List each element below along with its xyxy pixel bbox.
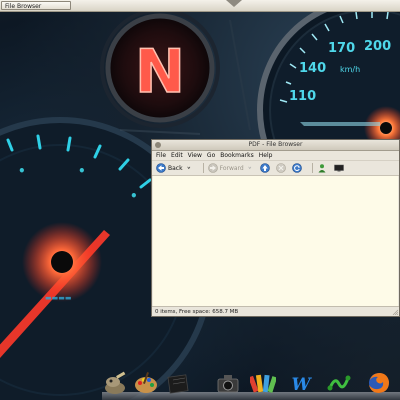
dock: W: [90, 368, 400, 400]
toolbar: Back Forward: [152, 161, 399, 176]
back-arrow-icon: [156, 163, 166, 173]
gear-indicator: N: [135, 37, 185, 107]
menu-bookmarks[interactable]: Bookmarks: [220, 151, 254, 160]
top-panel: File Browser: [0, 0, 400, 12]
reload-icon: [291, 163, 302, 173]
menu-go[interactable]: Go: [207, 151, 215, 160]
menu-edit[interactable]: Edit: [171, 151, 183, 160]
speedometer-number: 200: [364, 39, 391, 54]
svg-text:▬▬▬▬: ▬▬▬▬: [45, 294, 71, 302]
toolbar-separator: [202, 163, 204, 173]
window-title: PDF - File Browser: [248, 141, 303, 148]
back-button-label: Back: [168, 164, 183, 172]
user-home-icon: [318, 164, 326, 173]
forward-arrow-icon: [207, 163, 218, 173]
speed-unit: km/h: [340, 65, 360, 74]
gimp-icon[interactable]: [102, 370, 128, 396]
resize-grip-icon[interactable]: [392, 309, 398, 315]
menu-view[interactable]: View: [188, 151, 202, 160]
status-text: 0 items, Free space: 658.7 MB: [155, 309, 239, 315]
firefox-icon[interactable]: [366, 370, 392, 396]
stop-button[interactable]: [275, 162, 288, 174]
toolbar-separator: [311, 163, 313, 173]
chevron-down-icon: [186, 166, 190, 170]
menu-help[interactable]: Help: [259, 151, 273, 160]
window-titlebar[interactable]: PDF - File Browser: [152, 140, 399, 151]
svg-text:W: W: [291, 375, 312, 395]
taskbar-window-button[interactable]: File Browser: [1, 1, 71, 10]
camera-icon[interactable]: [215, 370, 241, 396]
menubar: File Edit View Go Bookmarks Help: [152, 151, 399, 161]
speedometer-number: 110: [289, 89, 316, 104]
chevron-down-icon: [248, 166, 251, 170]
file-list-area[interactable]: [153, 175, 398, 306]
up-arrow-icon: [259, 163, 270, 173]
computer-icon: [333, 164, 344, 172]
menu-file[interactable]: File: [156, 151, 166, 160]
writer-icon[interactable]: W: [288, 370, 314, 396]
paint-palette-icon[interactable]: [133, 370, 159, 396]
home-button[interactable]: [317, 162, 329, 174]
notebook-icon[interactable]: [165, 370, 191, 396]
svg-text:•: •: [78, 164, 86, 178]
back-button[interactable]: Back: [156, 162, 183, 174]
back-history-dropdown[interactable]: [186, 162, 195, 174]
forward-button[interactable]: Forward: [207, 162, 244, 174]
forward-history-dropdown[interactable]: [248, 162, 256, 174]
color-swatches-icon[interactable]: [250, 370, 276, 396]
svg-text:•: •: [18, 164, 26, 178]
stop-icon: [275, 163, 286, 173]
up-button[interactable]: [259, 162, 272, 174]
network-tool-icon[interactable]: [326, 370, 352, 396]
speedometer-number: 170: [328, 41, 355, 56]
file-browser-window: PDF - File Browser File Edit View Go Boo…: [151, 139, 400, 317]
statusbar: 0 items, Free space: 658.7 MB: [152, 306, 399, 316]
panel-handle[interactable]: [226, 0, 242, 7]
computer-button[interactable]: [333, 162, 347, 174]
reload-button[interactable]: [291, 162, 304, 174]
svg-text:•: •: [130, 189, 138, 203]
forward-button-label: Forward: [219, 164, 244, 172]
speedometer-number: 140: [299, 61, 326, 76]
